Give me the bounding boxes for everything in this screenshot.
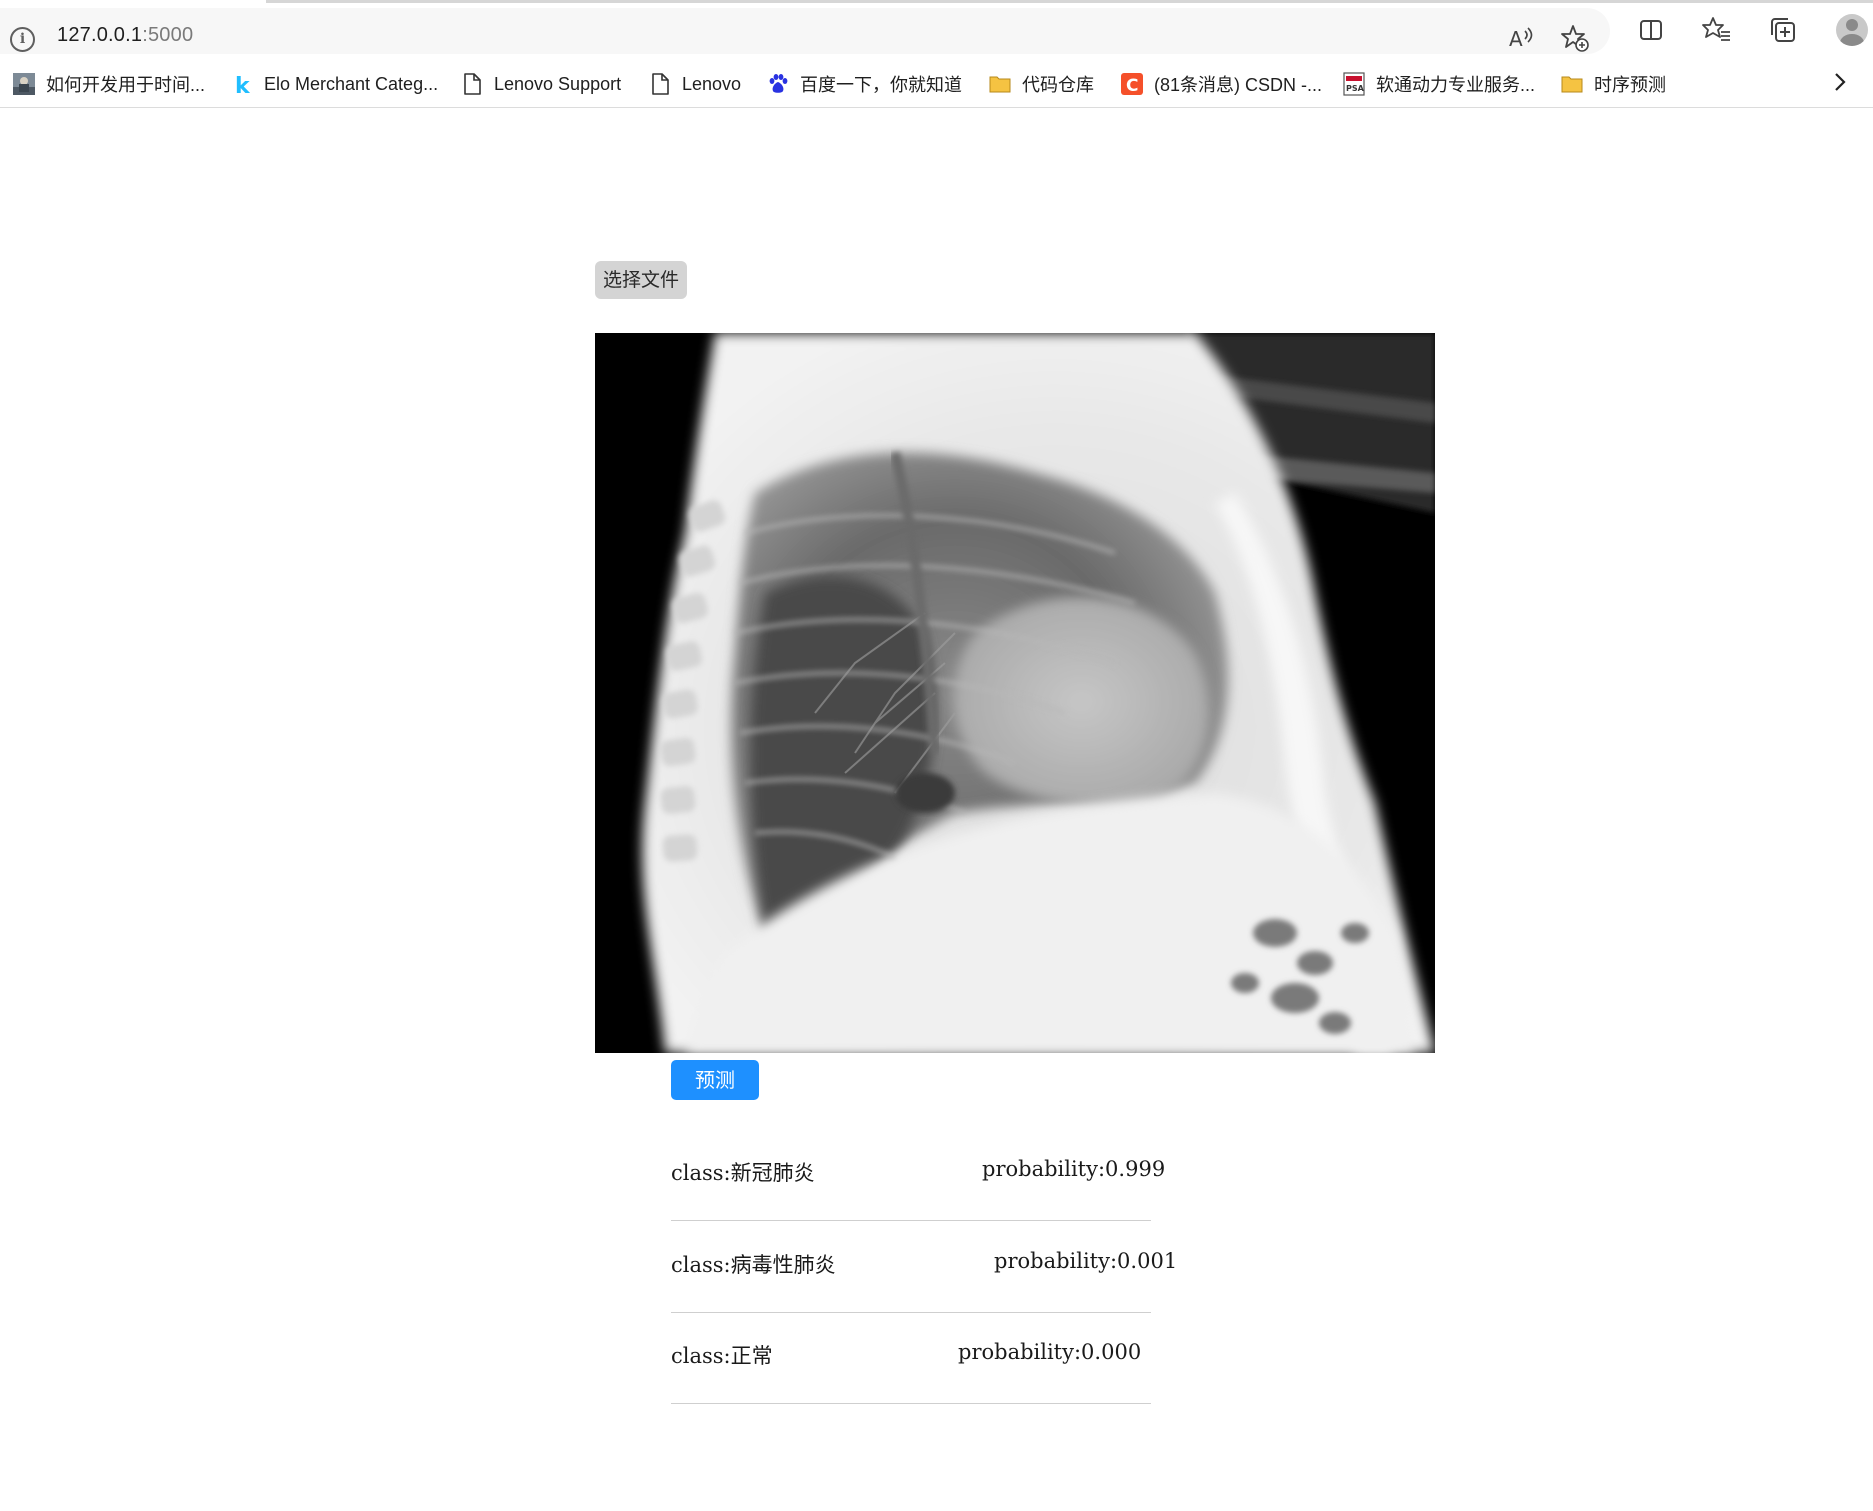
bookmark-label: 代码仓库 bbox=[1022, 75, 1094, 95]
bookmarks-bar: 如何开发用于时间... k Elo Merchant Categ... Leno… bbox=[0, 60, 1873, 108]
csdn-c-icon: C bbox=[1120, 72, 1144, 96]
favorites-icon[interactable] bbox=[1697, 10, 1737, 50]
result-probability: probability:0.000 bbox=[958, 1340, 1142, 1364]
collections-icon[interactable] bbox=[1763, 10, 1803, 50]
bookmark-label: Lenovo bbox=[682, 73, 742, 94]
add-favorite-icon[interactable] bbox=[1555, 18, 1595, 58]
folder-icon bbox=[1560, 72, 1584, 96]
page-icon bbox=[460, 72, 484, 96]
result-probability: probability:0.999 bbox=[982, 1157, 1166, 1181]
site-info-icon[interactable]: i bbox=[10, 27, 35, 52]
chevron-right-icon[interactable] bbox=[1825, 64, 1855, 100]
bookmark-label: 时序预测 bbox=[1594, 75, 1666, 95]
bookmark-item[interactable]: 如何开发用于时间... bbox=[12, 66, 205, 102]
kaggle-k-icon: k bbox=[230, 72, 254, 96]
predict-button[interactable]: 预测 bbox=[671, 1060, 759, 1100]
url-host: 127.0.0.1 bbox=[57, 24, 143, 46]
bookmark-item[interactable]: 代码仓库 bbox=[988, 66, 1094, 102]
result-row: class:病毒性肺炎 probability:0.001 bbox=[671, 1221, 1177, 1313]
folder-icon bbox=[988, 72, 1012, 96]
bookmark-label: Lenovo Support bbox=[494, 73, 622, 94]
svg-text:C: C bbox=[1126, 76, 1138, 96]
bookmark-item[interactable]: 时序预测 bbox=[1560, 66, 1666, 102]
svg-text:A: A bbox=[1509, 27, 1523, 51]
bookmark-label: 软通动力专业服务... bbox=[1376, 75, 1536, 95]
bookmark-label: Elo Merchant Categ... bbox=[264, 73, 439, 94]
chest-xray-image bbox=[595, 333, 1435, 1053]
page-icon bbox=[648, 72, 672, 96]
browser-address-bar: i 127.0.0.1:5000 A bbox=[0, 0, 1873, 60]
result-probability: probability:0.001 bbox=[994, 1249, 1178, 1273]
isoftstone-icon: PSA bbox=[1342, 72, 1366, 96]
bookmark-item[interactable]: PSA 软通动力专业服务... bbox=[1342, 66, 1535, 102]
url-field[interactable]: i 127.0.0.1:5000 A bbox=[0, 8, 1610, 54]
bookmark-item[interactable]: C (81条消息) CSDN -... bbox=[1120, 66, 1322, 102]
profile-avatar[interactable] bbox=[1836, 14, 1868, 46]
baidu-paw-icon bbox=[766, 72, 790, 96]
bookmark-label: 如何开发用于时间... bbox=[46, 75, 206, 95]
url-text[interactable]: 127.0.0.1:5000 bbox=[57, 24, 193, 47]
result-class: class:正常 bbox=[671, 1344, 773, 1368]
bookmark-item[interactable]: k Elo Merchant Categ... bbox=[230, 66, 438, 102]
page-load-progress bbox=[266, 0, 1873, 3]
bookmark-item[interactable]: Lenovo Support bbox=[460, 66, 621, 102]
svg-text:PSA: PSA bbox=[1346, 84, 1365, 93]
result-row: class:正常 probability:0.000 bbox=[671, 1312, 1151, 1404]
svg-text:k: k bbox=[235, 74, 251, 96]
site-thumbnail-icon bbox=[12, 72, 36, 96]
bookmark-item[interactable]: 百度一下，你就知道 bbox=[766, 66, 962, 102]
split-screen-icon[interactable] bbox=[1631, 10, 1671, 50]
read-aloud-icon[interactable]: A bbox=[1500, 18, 1540, 58]
bookmark-label: 百度一下，你就知道 bbox=[800, 75, 962, 95]
bookmark-item[interactable]: Lenovo bbox=[648, 66, 741, 102]
result-row: class:新冠肺炎 probability:0.999 bbox=[671, 1129, 1165, 1221]
result-class: class:新冠肺炎 bbox=[671, 1161, 815, 1185]
bookmark-label: (81条消息) CSDN -... bbox=[1154, 75, 1323, 95]
choose-file-button[interactable]: 选择文件 bbox=[595, 261, 687, 299]
result-class: class:病毒性肺炎 bbox=[671, 1253, 836, 1277]
url-port: :5000 bbox=[142, 24, 194, 46]
